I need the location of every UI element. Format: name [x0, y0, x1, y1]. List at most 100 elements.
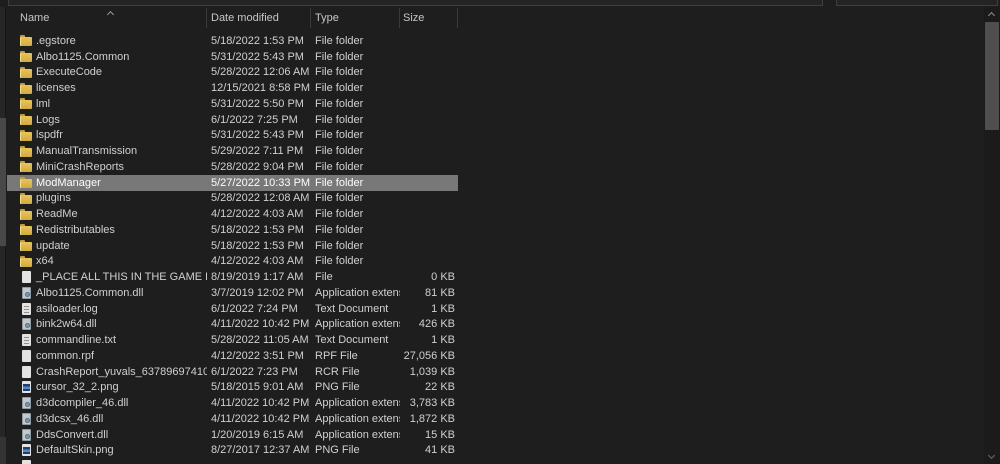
- file-name: DdsConvert.dll: [36, 429, 108, 441]
- vertical-scrollbar[interactable]: [984, 7, 1000, 464]
- type-cell: File folder: [311, 255, 400, 267]
- type-cell: RPF File: [311, 350, 400, 362]
- file-row[interactable]: x644/12/2022 4:03 AMFile folder: [7, 254, 458, 270]
- file-row[interactable]: ModManager5/27/2022 10:33 PMFile folder: [7, 175, 458, 191]
- file-name-cell: licenses: [7, 82, 207, 94]
- size-cell: 0 KB: [400, 271, 458, 283]
- blank-file-icon: [22, 271, 31, 283]
- file-row[interactable]: licenses12/15/2021 8:58 PMFile folder: [7, 80, 458, 96]
- file-name-cell: CrashReport_yuvals_63789697410280076...: [7, 366, 207, 378]
- file-row[interactable]: Logs6/1/2022 7:25 PMFile folder: [7, 112, 458, 128]
- blank-file-icon: [22, 460, 31, 464]
- scroll-up-icon[interactable]: [988, 12, 995, 19]
- file-row[interactable]: MiniCrashReports5/28/2022 9:04 PMFile fo…: [7, 159, 458, 175]
- size-cell: 81 KB: [400, 287, 458, 299]
- scroll-down-icon[interactable]: [988, 452, 995, 459]
- nav-pane-scrollbar-thumb[interactable]: [0, 118, 6, 246]
- folder-icon: [20, 132, 32, 141]
- file-row[interactable]: common.rpf4/12/2022 3:51 PMRPF File27,05…: [7, 348, 458, 364]
- file-name-cell: ReadMe: [7, 208, 207, 220]
- column-header-row: Name Date modified Type Size: [7, 7, 984, 28]
- file-name-cell: plugins: [7, 192, 207, 204]
- file-row[interactable]: .egstore5/18/2022 1:53 PMFile folder: [7, 33, 458, 49]
- file-row[interactable]: lml5/31/2022 5:50 PMFile folder: [7, 96, 458, 112]
- date-modified-cell: 4/11/2022 10:42 PM: [207, 318, 311, 330]
- file-name: commandline.txt: [36, 334, 116, 346]
- date-modified-cell: 5/28/2022 12:06 AM: [207, 66, 311, 78]
- column-header-name[interactable]: Name: [7, 8, 207, 28]
- type-cell: File folder: [311, 177, 400, 189]
- size-cell: 3,783 KB: [400, 397, 458, 409]
- file-row[interactable]: CrashReport_yuvals_63789697410280076...6…: [7, 364, 458, 380]
- column-header-label: Date modified: [211, 12, 279, 24]
- file-row[interactable]: DefaultSkin.png8/27/2017 12:37 AMPNG Fil…: [7, 443, 458, 459]
- folder-icon: [20, 242, 32, 251]
- file-row[interactable]: d3dcsx_46.dll4/11/2022 10:42 PMApplicati…: [7, 411, 458, 427]
- file-row[interactable]: d3dcompiler_46.dll4/11/2022 10:42 PMAppl…: [7, 395, 458, 411]
- date-modified-cell: 8/27/2017 12:37 AM: [207, 444, 311, 456]
- file-row[interactable]: [7, 458, 458, 464]
- file-name: cursor_32_2.png: [36, 381, 119, 393]
- type-cell: PNG File: [311, 444, 400, 456]
- address-bar-fragment[interactable]: [8, 0, 823, 6]
- type-cell: File folder: [311, 114, 400, 126]
- dll-file-icon: [22, 413, 31, 425]
- file-name-cell: asiloader.log: [7, 303, 207, 315]
- column-header-type[interactable]: Type: [311, 8, 400, 28]
- size-cell: 1,039 KB: [400, 366, 458, 378]
- text-file-icon: [22, 334, 31, 346]
- sort-ascending-icon: [107, 10, 114, 17]
- folder-icon: [20, 226, 32, 235]
- file-row[interactable]: DdsConvert.dll1/20/2019 6:15 AMApplicati…: [7, 427, 458, 443]
- type-cell: Application extens...: [311, 318, 400, 330]
- file-name-cell: lspdfr: [7, 129, 207, 141]
- file-row[interactable]: ReadMe4/12/2022 4:03 AMFile folder: [7, 206, 458, 222]
- search-box-fragment[interactable]: [836, 0, 998, 6]
- file-name-cell: ManualTransmission: [7, 145, 207, 157]
- date-modified-cell: 5/28/2022 11:05 AM: [207, 334, 311, 346]
- file-name-cell: Albo1125.Common.dll: [7, 287, 207, 299]
- column-header-date-modified[interactable]: Date modified: [207, 8, 311, 28]
- file-name: asiloader.log: [36, 303, 98, 315]
- dll-file-icon: [22, 429, 31, 441]
- file-row[interactable]: ManualTransmission5/29/2022 7:11 PMFile …: [7, 143, 458, 159]
- type-cell: File: [311, 271, 400, 283]
- column-header-label: Type: [315, 12, 339, 24]
- date-modified-cell: 5/31/2022 5:50 PM: [207, 98, 311, 110]
- type-cell: File folder: [311, 240, 400, 252]
- date-modified-cell: 5/31/2022 5:43 PM: [207, 51, 311, 63]
- file-row[interactable]: Albo1125.Common.dll3/7/2019 12:02 PMAppl…: [7, 285, 458, 301]
- file-row[interactable]: lspdfr5/31/2022 5:43 PMFile folder: [7, 128, 458, 144]
- file-name-cell: _PLACE ALL THIS IN THE GAME ROOT: [7, 271, 207, 283]
- nav-pane-scrollbar[interactable]: [0, 7, 6, 464]
- column-header-label: Name: [20, 12, 49, 24]
- file-name: ReadMe: [36, 208, 78, 220]
- file-row[interactable]: commandline.txt 5/28/2022 11:05 AMText Do…: [7, 332, 458, 348]
- file-row[interactable]: cursor_32_2.png5/18/2015 9:01 AMPNG File…: [7, 380, 458, 396]
- image-file-icon: [22, 444, 31, 456]
- date-modified-cell: 4/12/2022 4:03 AM: [207, 208, 311, 220]
- file-name-cell: MiniCrashReports: [7, 161, 207, 173]
- file-row[interactable]: asiloader.log6/1/2022 7:24 PMText Docume…: [7, 301, 458, 317]
- file-row[interactable]: bink2w64.dll4/11/2022 10:42 PMApplicatio…: [7, 317, 458, 333]
- file-name: Logs: [36, 114, 60, 126]
- vertical-scrollbar-thumb[interactable]: [985, 22, 999, 130]
- file-row[interactable]: ExecuteCode5/28/2022 12:06 AMFile folder: [7, 65, 458, 81]
- type-cell: Text Document: [311, 334, 400, 346]
- file-name: Redistributables: [36, 224, 115, 236]
- file-name: lml: [36, 98, 50, 110]
- file-row[interactable]: plugins5/28/2022 12:08 AMFile folder: [7, 191, 458, 207]
- date-modified-cell: 4/11/2022 10:42 PM: [207, 397, 311, 409]
- type-cell: File folder: [311, 66, 400, 78]
- file-row[interactable]: Redistributables5/18/2022 1:53 PMFile fo…: [7, 222, 458, 238]
- file-row[interactable]: _PLACE ALL THIS IN THE GAME ROOT8/19/201…: [7, 269, 458, 285]
- type-cell: Application extens...: [311, 413, 400, 425]
- column-header-size[interactable]: Size: [400, 8, 458, 28]
- type-cell: Application extens...: [311, 429, 400, 441]
- type-cell: File folder: [311, 82, 400, 94]
- explorer-body: Name Date modified Type Size .egstore5/18/2…: [0, 7, 1000, 464]
- file-row[interactable]: update5/18/2022 1:53 PMFile folder: [7, 238, 458, 254]
- nav-pane-scrollbar-button[interactable]: [0, 437, 6, 464]
- date-modified-cell: 5/28/2022 9:04 PM: [207, 161, 311, 173]
- file-row[interactable]: Albo1125.Common5/31/2022 5:43 PMFile fol…: [7, 49, 458, 65]
